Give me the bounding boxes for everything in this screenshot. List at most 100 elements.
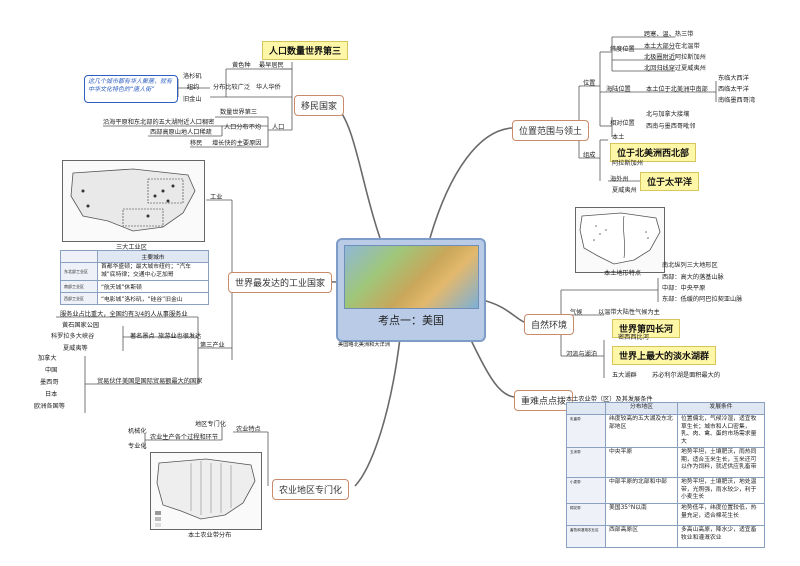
text-climate: 气候: [570, 309, 583, 316]
text-xiangdui: 相对位置: [610, 120, 635, 127]
text-industry: 工业: [210, 194, 223, 201]
text-landform: 本土地形特点: [604, 270, 642, 277]
agri-row-region: 美国35°N以南: [605, 503, 678, 526]
agri-belts-map: [150, 452, 262, 530]
text-rivers: 河流与湖泊: [566, 351, 597, 358]
cities-s: “航天城”休斯顿: [97, 280, 209, 293]
branch-immigration[interactable]: 移民国家: [294, 95, 345, 116]
text-composition: 组成: [583, 152, 596, 159]
industrial-zones-map: [62, 160, 205, 242]
text-overseas: 海外州: [610, 176, 629, 183]
agri-row-cond: 多高山高原，降水少，适宜畜牧业和灌溉农业: [677, 525, 765, 548]
branch-location[interactable]: 位置范围与领土: [512, 120, 590, 141]
agri-table: 分布地区 发展条件 乳畜带 纬度较高的五大湖及东北部地区 位置偏北，气候冷湿，适…: [566, 402, 765, 548]
highlight-largest-lakes: 世界上最大的淡水湖群: [612, 346, 717, 365]
text-hawaii: 夏威夷州: [612, 187, 637, 194]
text-pro: 专业化: [128, 443, 147, 450]
terrain-3: 中部：中央平原: [662, 285, 706, 292]
zone-3: 北极圈附近阿拉斯加州: [644, 54, 706, 61]
row-label-w: 西部工业区: [60, 292, 98, 305]
text-alaska: 阿拉斯加州: [612, 160, 643, 167]
text-trade-note: 美国是国际贸易额最大的国家: [122, 378, 203, 385]
near-1: 北与加拿大接壤: [646, 111, 690, 118]
zone-1: 跨寒、温、热三带: [644, 31, 694, 38]
agri-header-cond: 发展条件: [677, 402, 765, 415]
partner-japan: 日本: [45, 391, 58, 398]
agri-row-label: 玉米带: [566, 447, 606, 478]
text-uneven: 人口分布不均: [224, 124, 262, 131]
center-caption: 美国略北美洲和大洋洲: [338, 342, 390, 348]
cities-header: 主要城市: [97, 250, 209, 263]
text-superior: 苏必利尔湖是面积最大的: [652, 372, 721, 379]
agri-row-region: 中部平原的北部和中部: [605, 477, 678, 504]
terrain-1: 南北纵列三大地形区: [662, 262, 718, 269]
text-mech: 机械化: [128, 428, 147, 435]
branch-agriculture[interactable]: 农业地区专门化: [272, 479, 350, 500]
branch-industry[interactable]: 世界最发达的工业国家: [228, 272, 333, 293]
text-south: 南临墨西哥湾: [718, 97, 756, 104]
text-service: 服务业占比重大，全国约有3/4的人从事服务业: [60, 311, 188, 318]
center-title: 考点一：美国: [378, 314, 444, 327]
text-bentu: 本土: [612, 134, 625, 141]
agri-row-region: 纬度较高的五大湖及东北部地区: [605, 414, 678, 448]
text-east: 东临大西洋: [718, 75, 749, 82]
text-migrant: 移民: [190, 140, 203, 147]
zone-2: 本土大部分在北温带: [644, 43, 700, 50]
city-ny: 纽约: [187, 84, 200, 91]
text-specialize: 地区专门化: [195, 421, 226, 428]
agri-row-label: 畜牧和灌溉农业区: [566, 525, 606, 548]
partner-mexico: 墨西哥: [40, 379, 59, 386]
branch-key[interactable]: 重难点点拨: [514, 390, 574, 411]
branch-nature[interactable]: 自然环境: [524, 314, 575, 335]
agri-row-label: 小麦带: [566, 477, 606, 504]
agri-row-cond: 地势平坦，土壤肥沃，雨热同期，适合玉米生长，玉米还可以作为饲料，就近供应乳畜带: [677, 447, 765, 478]
cities-ne: 首都华盛顿；最大城市纽约；“汽车城”底特律；交通中心芝加哥: [97, 262, 209, 281]
highlight-population-third: 人口数量世界第三: [262, 41, 349, 60]
terrain-2: 西部：高大的落基山脉: [662, 274, 724, 281]
text-trade: 贸易伙伴: [97, 378, 122, 385]
text-haiyu: 海陆位置: [606, 86, 631, 93]
agri-row-cond: 位置偏北，气候冷湿，适宜牧草生长；城市和人口密集，乳、肉、禽、蛋的市场需求量大: [677, 414, 765, 448]
agri-row-cond: 地势低平，纬度位置较低，热量充足，适合棉花生长: [677, 503, 765, 526]
center-topic[interactable]: 考点一：美国: [336, 238, 486, 342]
partner-europe: 欧洲各国等: [34, 403, 65, 410]
park-3: 夏威夷等: [63, 345, 88, 352]
text-weidu: 纬度位置: [610, 46, 635, 53]
text-position: 位置: [583, 80, 596, 87]
highlight-pacific: 位于太平洋: [640, 172, 700, 191]
city-la: 洛杉矶: [183, 73, 202, 80]
text-yellow-race: 黄色种: [232, 62, 251, 69]
text-growth-reason: 增长快的主要原因: [212, 140, 262, 147]
partner-china: 中国: [45, 367, 58, 374]
row-label-ne: 东北部工业区: [60, 262, 98, 281]
text-west-sparse: 西部高原山地人口稀疏: [150, 129, 212, 136]
near-2: 西南与墨西哥毗邻: [646, 123, 696, 130]
city-sf: 旧金山: [183, 96, 202, 103]
note-chinatown: 这几个城市都有华人聚居，就有中华文化特色的“唐人街”: [84, 75, 178, 103]
terrain-map: [575, 207, 665, 273]
text-feature: 农业特点: [236, 426, 261, 433]
zone-4: 北回归线穿过夏威夷州: [644, 65, 706, 72]
row-label-s: 南部工业区: [60, 280, 98, 293]
agri-row-cond: 地势平坦，土壤肥沃，地处温带，光照强，雨水较少，利于小麦生长: [677, 477, 765, 504]
agri-row-region: 西部高原区: [605, 525, 678, 548]
text-chinese: 华人华侨: [256, 84, 281, 91]
agri-row-region: 中央平原: [605, 447, 678, 478]
park-2: 科罗拉多大峡谷: [51, 333, 95, 340]
agri-header-region: 分布地区: [605, 402, 678, 415]
text-spots: 著名景点: [130, 333, 155, 340]
text-distribution: 分布比较广泛: [213, 84, 251, 91]
cities-w: “电影城”洛杉矶，“硅谷”旧金山: [97, 292, 209, 305]
text-coast-dense: 沿海平原和东北部的五大湖附近人口稠密: [103, 119, 215, 126]
text-mainland: 本土位于北美洲中南部: [646, 86, 708, 93]
usa-map-thumbnail: [344, 245, 479, 309]
text-temperate: 以温带大陆性气候为主: [598, 309, 660, 316]
text-earliest-residents: 最早居民: [259, 62, 284, 69]
partner-canada: 加拿大: [38, 355, 57, 362]
text-tertiary: 第三产业: [200, 342, 225, 349]
text-population: 人口: [272, 124, 285, 131]
text-third: 数量世界第三: [220, 109, 258, 116]
text-west: 西临太平洋: [718, 86, 749, 93]
text-five-lakes: 五大湖群: [612, 372, 637, 379]
text-process: 农业生产各个过程和环节: [150, 434, 219, 441]
